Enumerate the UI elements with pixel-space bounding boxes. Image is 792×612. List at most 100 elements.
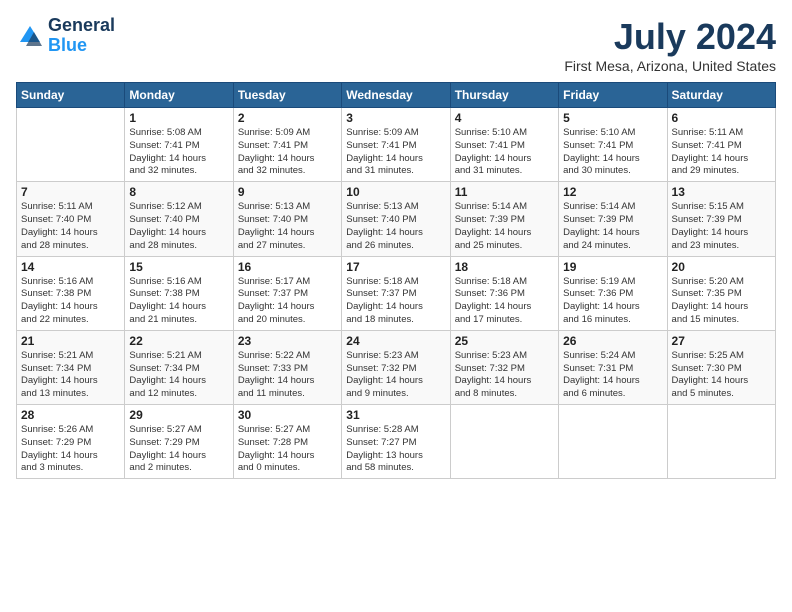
day-info: Sunrise: 5:20 AMSunset: 7:35 PMDaylight:… bbox=[672, 276, 771, 327]
day-number: 4 bbox=[455, 111, 554, 125]
day-info: Sunrise: 5:27 AMSunset: 7:29 PMDaylight:… bbox=[129, 424, 228, 475]
day-of-week-header: Wednesday bbox=[342, 83, 450, 108]
day-info: Sunrise: 5:11 AMSunset: 7:41 PMDaylight:… bbox=[672, 127, 771, 178]
calendar-cell: 15 Sunrise: 5:16 AMSunset: 7:38 PMDayligh… bbox=[125, 256, 233, 330]
day-number: 8 bbox=[129, 185, 228, 199]
calendar-cell: 13 Sunrise: 5:15 AMSunset: 7:39 PMDayligh… bbox=[667, 182, 775, 256]
calendar-cell: 19 Sunrise: 5:19 AMSunset: 7:36 PMDayligh… bbox=[559, 256, 667, 330]
day-of-week-header: Monday bbox=[125, 83, 233, 108]
calendar-week-row: 7Sunrise: 5:11 AMSunset: 7:40 PMDaylight… bbox=[17, 182, 776, 256]
day-info: Sunrise: 5:09 AMSunset: 7:41 PMDaylight:… bbox=[238, 127, 337, 178]
calendar-week-row: 1 Sunrise: 5:08 AMSunset: 7:41 PMDaylight… bbox=[17, 108, 776, 182]
day-info: Sunrise: 5:13 AMSunset: 7:40 PMDaylight:… bbox=[238, 201, 337, 252]
day-info: Sunrise: 5:10 AMSunset: 7:41 PMDaylight:… bbox=[455, 127, 554, 178]
calendar-cell bbox=[17, 108, 125, 182]
calendar-week-row: 21Sunrise: 5:21 AMSunset: 7:34 PMDayligh… bbox=[17, 330, 776, 404]
day-info: Sunrise: 5:08 AMSunset: 7:41 PMDaylight:… bbox=[129, 127, 228, 178]
calendar-cell: 16Sunrise: 5:17 AMSunset: 7:37 PMDayligh… bbox=[233, 256, 341, 330]
calendar-cell: 31 Sunrise: 5:28 AMSunset: 7:27 PMDayligh… bbox=[342, 405, 450, 479]
day-of-week-header: Thursday bbox=[450, 83, 558, 108]
day-info: Sunrise: 5:16 AMSunset: 7:38 PMDaylight:… bbox=[129, 276, 228, 327]
day-info: Sunrise: 5:21 AMSunset: 7:34 PMDaylight:… bbox=[129, 350, 228, 401]
day-number: 29 bbox=[129, 408, 228, 422]
calendar-cell: 7Sunrise: 5:11 AMSunset: 7:40 PMDaylight… bbox=[17, 182, 125, 256]
day-number: 15 bbox=[129, 260, 228, 274]
day-info: Sunrise: 5:21 AMSunset: 7:34 PMDaylight:… bbox=[21, 350, 120, 401]
calendar-cell: 24Sunrise: 5:23 AMSunset: 7:32 PMDayligh… bbox=[342, 330, 450, 404]
day-number: 18 bbox=[455, 260, 554, 274]
day-number: 27 bbox=[672, 334, 771, 348]
day-info: Sunrise: 5:25 AMSunset: 7:30 PMDaylight:… bbox=[672, 350, 771, 401]
calendar-week-row: 28Sunrise: 5:26 AMSunset: 7:29 PMDayligh… bbox=[17, 405, 776, 479]
calendar-cell: 11 Sunrise: 5:14 AMSunset: 7:39 PMDayligh… bbox=[450, 182, 558, 256]
calendar-cell: 18Sunrise: 5:18 AMSunset: 7:36 PMDayligh… bbox=[450, 256, 558, 330]
day-info: Sunrise: 5:18 AMSunset: 7:37 PMDaylight:… bbox=[346, 276, 445, 327]
calendar-table: SundayMondayTuesdayWednesdayThursdayFrid… bbox=[16, 82, 776, 479]
day-number: 1 bbox=[129, 111, 228, 125]
day-number: 16 bbox=[238, 260, 337, 274]
calendar-cell: 1 Sunrise: 5:08 AMSunset: 7:41 PMDaylight… bbox=[125, 108, 233, 182]
day-info: Sunrise: 5:11 AMSunset: 7:40 PMDaylight:… bbox=[21, 201, 120, 252]
day-of-week-header: Saturday bbox=[667, 83, 775, 108]
day-info: Sunrise: 5:24 AMSunset: 7:31 PMDaylight:… bbox=[563, 350, 662, 401]
calendar-cell: 20 Sunrise: 5:20 AMSunset: 7:35 PMDayligh… bbox=[667, 256, 775, 330]
day-number: 5 bbox=[563, 111, 662, 125]
location-title: First Mesa, Arizona, United States bbox=[564, 58, 776, 74]
day-number: 12 bbox=[563, 185, 662, 199]
day-number: 26 bbox=[563, 334, 662, 348]
day-number: 28 bbox=[21, 408, 120, 422]
calendar-cell: 3Sunrise: 5:09 AMSunset: 7:41 PMDaylight… bbox=[342, 108, 450, 182]
title-block: July 2024 First Mesa, Arizona, United St… bbox=[564, 16, 776, 74]
day-number: 22 bbox=[129, 334, 228, 348]
page-header: General Blue July 2024 First Mesa, Arizo… bbox=[16, 16, 776, 74]
calendar-cell: 2Sunrise: 5:09 AMSunset: 7:41 PMDaylight… bbox=[233, 108, 341, 182]
day-info: Sunrise: 5:15 AMSunset: 7:39 PMDaylight:… bbox=[672, 201, 771, 252]
calendar-cell: 9 Sunrise: 5:13 AMSunset: 7:40 PMDaylight… bbox=[233, 182, 341, 256]
day-info: Sunrise: 5:27 AMSunset: 7:28 PMDaylight:… bbox=[238, 424, 337, 475]
calendar-cell: 8 Sunrise: 5:12 AMSunset: 7:40 PMDaylight… bbox=[125, 182, 233, 256]
day-number: 14 bbox=[21, 260, 120, 274]
day-number: 24 bbox=[346, 334, 445, 348]
calendar-cell: 6Sunrise: 5:11 AMSunset: 7:41 PMDaylight… bbox=[667, 108, 775, 182]
calendar-cell: 27 Sunrise: 5:25 AMSunset: 7:30 PMDayligh… bbox=[667, 330, 775, 404]
calendar-cell: 12Sunrise: 5:14 AMSunset: 7:39 PMDayligh… bbox=[559, 182, 667, 256]
calendar-cell: 21Sunrise: 5:21 AMSunset: 7:34 PMDayligh… bbox=[17, 330, 125, 404]
calendar-cell: 30 Sunrise: 5:27 AMSunset: 7:28 PMDayligh… bbox=[233, 405, 341, 479]
day-number: 30 bbox=[238, 408, 337, 422]
day-number: 17 bbox=[346, 260, 445, 274]
day-of-week-header: Sunday bbox=[17, 83, 125, 108]
logo-text: General Blue bbox=[48, 16, 115, 56]
calendar-cell: 14 Sunrise: 5:16 AMSunset: 7:38 PMDayligh… bbox=[17, 256, 125, 330]
day-info: Sunrise: 5:13 AMSunset: 7:40 PMDaylight:… bbox=[346, 201, 445, 252]
day-number: 25 bbox=[455, 334, 554, 348]
day-number: 23 bbox=[238, 334, 337, 348]
logo: General Blue bbox=[16, 16, 115, 56]
month-title: July 2024 bbox=[564, 16, 776, 58]
calendar-cell: 28Sunrise: 5:26 AMSunset: 7:29 PMDayligh… bbox=[17, 405, 125, 479]
calendar-header-row: SundayMondayTuesdayWednesdayThursdayFrid… bbox=[17, 83, 776, 108]
day-info: Sunrise: 5:16 AMSunset: 7:38 PMDaylight:… bbox=[21, 276, 120, 327]
day-of-week-header: Friday bbox=[559, 83, 667, 108]
day-info: Sunrise: 5:10 AMSunset: 7:41 PMDaylight:… bbox=[563, 127, 662, 178]
calendar-cell: 10Sunrise: 5:13 AMSunset: 7:40 PMDayligh… bbox=[342, 182, 450, 256]
day-info: Sunrise: 5:19 AMSunset: 7:36 PMDaylight:… bbox=[563, 276, 662, 327]
day-number: 31 bbox=[346, 408, 445, 422]
day-of-week-header: Tuesday bbox=[233, 83, 341, 108]
calendar-cell: 23Sunrise: 5:22 AMSunset: 7:33 PMDayligh… bbox=[233, 330, 341, 404]
calendar-cell: 26 Sunrise: 5:24 AMSunset: 7:31 PMDayligh… bbox=[559, 330, 667, 404]
day-number: 20 bbox=[672, 260, 771, 274]
day-info: Sunrise: 5:12 AMSunset: 7:40 PMDaylight:… bbox=[129, 201, 228, 252]
calendar-cell: 5 Sunrise: 5:10 AMSunset: 7:41 PMDaylight… bbox=[559, 108, 667, 182]
day-info: Sunrise: 5:28 AMSunset: 7:27 PMDaylight:… bbox=[346, 424, 445, 475]
day-number: 13 bbox=[672, 185, 771, 199]
day-number: 11 bbox=[455, 185, 554, 199]
day-info: Sunrise: 5:14 AMSunset: 7:39 PMDaylight:… bbox=[455, 201, 554, 252]
day-info: Sunrise: 5:23 AMSunset: 7:32 PMDaylight:… bbox=[455, 350, 554, 401]
day-number: 9 bbox=[238, 185, 337, 199]
day-info: Sunrise: 5:09 AMSunset: 7:41 PMDaylight:… bbox=[346, 127, 445, 178]
day-number: 19 bbox=[563, 260, 662, 274]
calendar-cell: 22 Sunrise: 5:21 AMSunset: 7:34 PMDayligh… bbox=[125, 330, 233, 404]
calendar-cell bbox=[559, 405, 667, 479]
calendar-cell: 29 Sunrise: 5:27 AMSunset: 7:29 PMDayligh… bbox=[125, 405, 233, 479]
calendar-cell bbox=[667, 405, 775, 479]
